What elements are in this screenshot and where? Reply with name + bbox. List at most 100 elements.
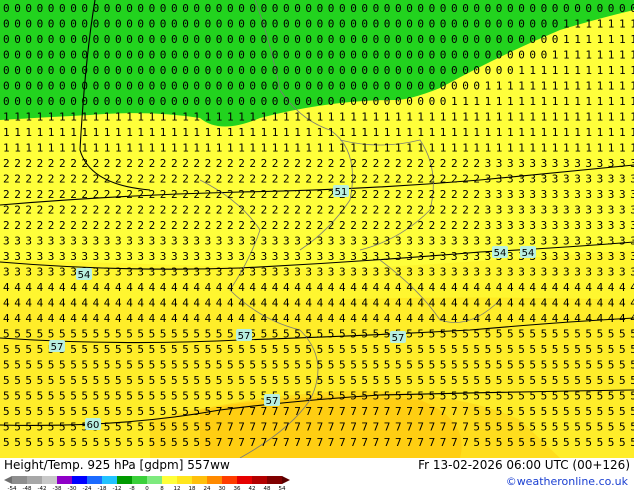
temperature-value: 3 xyxy=(597,204,604,217)
temperature-value: 5 xyxy=(182,374,189,387)
temperature-value: 2 xyxy=(429,188,436,201)
temperature-value: 2 xyxy=(249,188,256,201)
credit-link[interactable]: ©weatheronline.co.uk xyxy=(506,475,628,488)
temperature-value: 5 xyxy=(541,421,548,434)
temperature-value: 3 xyxy=(305,235,312,248)
temperature-value: 4 xyxy=(597,281,604,294)
temperature-value: 2 xyxy=(93,204,100,217)
colorbar-tick-label: 30 xyxy=(219,486,226,490)
temperature-value: 5 xyxy=(70,328,77,341)
temperature-value: 5 xyxy=(171,421,178,434)
temperature-value: 0 xyxy=(272,80,279,93)
temperature-value: 0 xyxy=(205,18,212,31)
temperature-value: 0 xyxy=(529,18,536,31)
temperature-value: 0 xyxy=(37,64,44,77)
temperature-value: 1 xyxy=(462,142,469,155)
temperature-value: 2 xyxy=(305,173,312,186)
temperature-value: 7 xyxy=(283,405,290,418)
temperature-value: 3 xyxy=(574,173,581,186)
temperature-value: 3 xyxy=(507,266,514,279)
temperature-value: 4 xyxy=(317,281,324,294)
temperature-value: 0 xyxy=(417,2,424,15)
temperature-value: 5 xyxy=(205,421,212,434)
temperature-value: 4 xyxy=(473,281,480,294)
temperature-value: 0 xyxy=(305,49,312,62)
temperature-value: 2 xyxy=(149,173,156,186)
temperature-value: 1 xyxy=(294,126,301,139)
temperature-value: 0 xyxy=(283,95,290,108)
temperature-value: 0 xyxy=(440,18,447,31)
temperature-value: 3 xyxy=(216,235,223,248)
temperature-value: 1 xyxy=(305,142,312,155)
temperature-value: 1 xyxy=(115,142,122,155)
temperature-value: 5 xyxy=(59,421,66,434)
temperature-value: 5 xyxy=(597,405,604,418)
temperature-value: 1 xyxy=(574,18,581,31)
temperature-value: 4 xyxy=(137,297,144,310)
temperature-value: 1 xyxy=(81,126,88,139)
temperature-value: 5 xyxy=(361,328,368,341)
temperature-value: 0 xyxy=(339,95,346,108)
temperature-value: 1 xyxy=(585,80,592,93)
temperature-value: 5 xyxy=(93,390,100,403)
temperature-value: 1 xyxy=(574,126,581,139)
temperature-value: 0 xyxy=(328,80,335,93)
temperature-value: 3 xyxy=(563,235,570,248)
temperature-value: 3 xyxy=(619,250,626,263)
temperature-value: 3 xyxy=(3,250,10,263)
temperature-value: 1 xyxy=(395,126,402,139)
temperature-value: 2 xyxy=(171,219,178,232)
temperature-value: 5 xyxy=(37,405,44,418)
temperature-value: 5 xyxy=(193,390,200,403)
temperature-value: 1 xyxy=(283,126,290,139)
temperature-value: 7 xyxy=(451,436,458,449)
temperature-value: 3 xyxy=(630,235,634,248)
temperature-value: 2 xyxy=(59,173,66,186)
temperature-value: 5 xyxy=(563,374,570,387)
temperature-value: 5 xyxy=(473,359,480,372)
temperature-value: 0 xyxy=(529,49,536,62)
temperature-value: 1 xyxy=(518,111,525,124)
temperature-value: 7 xyxy=(294,436,301,449)
temperature-value: 2 xyxy=(261,157,268,170)
temperature-value: 4 xyxy=(496,312,503,325)
temperature-value: 3 xyxy=(429,235,436,248)
temperature-value: 0 xyxy=(552,2,559,15)
temperature-value: 5 xyxy=(451,374,458,387)
temperature-value: 5 xyxy=(205,328,212,341)
temperature-value: 2 xyxy=(339,173,346,186)
temperature-value: 7 xyxy=(429,421,436,434)
temperature-value: 4 xyxy=(25,281,32,294)
temperature-value: 0 xyxy=(283,49,290,62)
contour-label: 54 xyxy=(522,248,535,259)
temperature-value: 1 xyxy=(608,33,615,46)
temperature-value: 1 xyxy=(126,126,133,139)
temperature-value: 0 xyxy=(25,80,32,93)
temperature-value: 4 xyxy=(272,312,279,325)
temperature-value: 2 xyxy=(137,157,144,170)
temperature-value: 4 xyxy=(283,297,290,310)
temperature-value: 5 xyxy=(496,436,503,449)
temperature-value: 3 xyxy=(395,235,402,248)
temperature-value: 5 xyxy=(619,374,626,387)
temperature-value: 5 xyxy=(619,343,626,356)
temperature-value: 2 xyxy=(417,204,424,217)
temperature-value: 1 xyxy=(597,64,604,77)
temperature-value: 0 xyxy=(563,2,570,15)
temperature-value: 0 xyxy=(261,80,268,93)
temperature-value: 0 xyxy=(552,33,559,46)
temperature-value: 5 xyxy=(305,328,312,341)
temperature-value: 3 xyxy=(585,204,592,217)
temperature-value: 7 xyxy=(462,405,469,418)
temperature-value: 0 xyxy=(429,95,436,108)
temperature-value: 1 xyxy=(529,95,536,108)
temperature-value: 1 xyxy=(630,95,634,108)
temperature-value: 7 xyxy=(406,405,413,418)
temperature-value: 1 xyxy=(451,111,458,124)
temperature-value: 7 xyxy=(395,405,402,418)
temperature-value: 4 xyxy=(496,281,503,294)
temperature-value: 4 xyxy=(305,312,312,325)
temperature-value: 4 xyxy=(473,312,480,325)
temperature-value: 0 xyxy=(238,49,245,62)
temperature-value: 5 xyxy=(104,343,111,356)
